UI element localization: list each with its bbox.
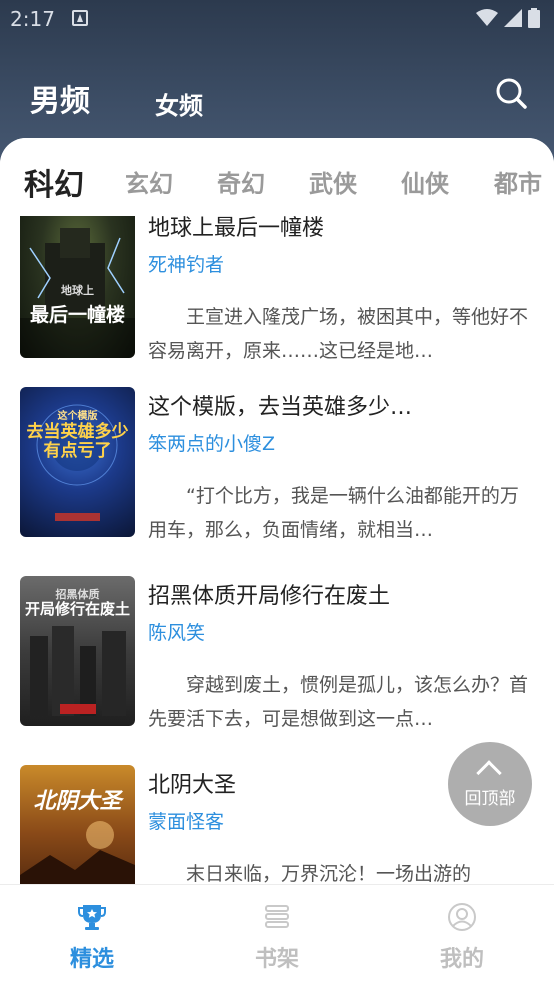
book-description: 穿越到废土，惯例是孤儿，该怎么办？首先要活下去，可是想做到这一点… xyxy=(148,674,529,730)
bookshelf-icon xyxy=(265,905,289,928)
book-list[interactable]: 地球上 最后一幢楼 地球上最后一幢楼 死神钓者 王宣进入隆茂广场，被困其中，等他… xyxy=(0,138,554,984)
book-title[interactable]: 招黑体质开局修行在废土 xyxy=(148,578,538,610)
book-description: “打个比方，我是一辆什么油都能开的万用车，那么，负面情绪，就相当… xyxy=(148,485,519,541)
list-item[interactable]: 招黑体质 开局修行在废土 招黑体质开局修行在废土 陈风笑 穿越到废土，惯例是孤儿… xyxy=(20,576,540,730)
category-tab-xianxia[interactable]: 仙侠 xyxy=(401,164,449,199)
book-author[interactable]: 陈风笑 xyxy=(148,618,205,645)
book-author[interactable]: 蒙面怪客 xyxy=(148,807,224,834)
list-item[interactable]: 地球上 最后一幢楼 地球上最后一幢楼 死神钓者 王宣进入隆茂广场，被困其中，等他… xyxy=(20,208,540,362)
cover-title: 开局修行在废土 xyxy=(24,600,130,618)
tab-profile-label: 我的 xyxy=(439,946,484,972)
status-time: 2:17 xyxy=(10,7,55,31)
book-cover[interactable]: 地球上 最后一幢楼 xyxy=(20,208,135,358)
notification-icon xyxy=(72,10,88,26)
wifi-icon xyxy=(476,9,498,26)
content-sheet: 地球上 最后一幢楼 地球上最后一幢楼 死神钓者 王宣进入隆茂广场，被困其中，等他… xyxy=(0,138,554,984)
bottom-tab-bar: 精选 书架 我的 xyxy=(0,884,554,984)
battery-icon xyxy=(528,8,540,28)
book-description: 王宣进入隆茂广场，被困其中，等他好不容易离开，原来……这已经是地… xyxy=(148,306,529,362)
category-tab-fantasy[interactable]: 奇幻 xyxy=(217,164,265,199)
tab-featured-label: 精选 xyxy=(69,946,114,972)
tab-profile[interactable]: 我的 xyxy=(402,885,522,984)
signal-icon xyxy=(504,9,522,27)
cover-title: 去当英雄多少有点亏了 xyxy=(26,422,129,461)
tab-bookshelf-label: 书架 xyxy=(254,946,299,972)
category-tab-urban[interactable]: 都市 xyxy=(494,164,542,199)
list-item[interactable]: 这个模版 去当英雄多少有点亏了 这个模版，去当英雄多少… 笨两点的小傻Z “打个… xyxy=(20,387,540,541)
profile-icon xyxy=(448,903,476,931)
chevron-up-icon xyxy=(476,760,502,786)
book-title[interactable]: 这个模版，去当英雄多少… xyxy=(148,389,538,421)
category-tab-scifi[interactable]: 科幻 xyxy=(24,160,84,204)
cover-title: 北阴大圣 xyxy=(33,789,122,814)
category-bar: 科幻 玄幻 奇幻 武侠 仙侠 都市 xyxy=(0,138,554,216)
category-tab-wuxia[interactable]: 武侠 xyxy=(309,164,357,199)
cover-subtitle: 这个模版 xyxy=(57,411,98,422)
cover-subtitle: 地球上 xyxy=(61,284,94,297)
tab-female[interactable]: 女频 xyxy=(155,86,203,121)
trophy-icon xyxy=(78,905,106,930)
back-to-top-label: 回顶部 xyxy=(464,789,516,809)
system-icons xyxy=(476,8,540,28)
header: 男频 女频 xyxy=(0,60,554,130)
tab-bookshelf[interactable]: 书架 xyxy=(217,885,337,984)
book-cover[interactable]: 这个模版 去当英雄多少有点亏了 xyxy=(20,387,135,537)
book-author[interactable]: 死神钓者 xyxy=(148,250,224,277)
book-cover[interactable]: 招黑体质 开局修行在废土 xyxy=(20,576,135,726)
back-to-top-button[interactable]: 回顶部 xyxy=(448,742,532,826)
status-bar: 2:17 xyxy=(0,0,554,38)
category-tab-xuanhuan[interactable]: 玄幻 xyxy=(125,164,173,199)
tab-male[interactable]: 男频 xyxy=(30,76,90,120)
search-icon[interactable] xyxy=(494,76,528,110)
tab-featured[interactable]: 精选 xyxy=(32,885,152,984)
book-author[interactable]: 笨两点的小傻Z xyxy=(148,429,275,456)
cover-title: 最后一幢楼 xyxy=(29,304,125,326)
